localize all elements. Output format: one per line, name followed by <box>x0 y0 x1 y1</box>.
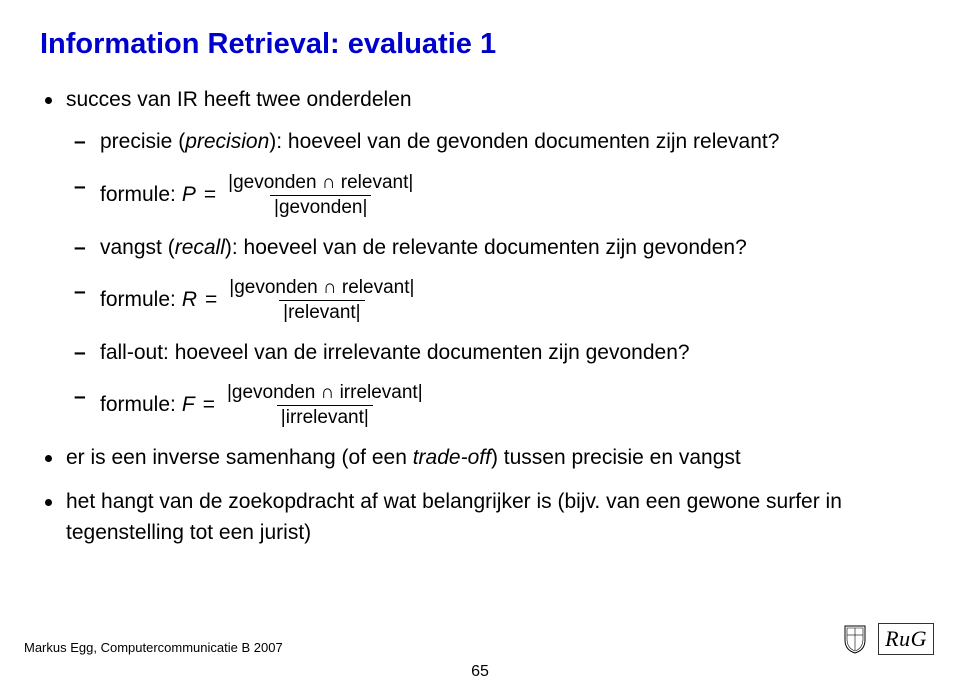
dash-icon: – <box>74 277 86 307</box>
sub-bullet-item: – formule: P = |gevonden ∩ relevant| |ge… <box>66 172 920 219</box>
sub-bullet-item: – fall-out: hoeveel van de irrelevante d… <box>66 338 920 368</box>
formula-lhs: F <box>182 390 195 420</box>
sub-bullet-item: – precisie (precision): hoeveel van de g… <box>66 127 920 157</box>
dash-icon: – <box>74 233 86 263</box>
bullet-text-prefix: er is een inverse samenhang (of een <box>66 446 413 469</box>
sub-text-suffix: ): hoeveel van de relevante documenten z… <box>225 236 747 259</box>
formula-label: formule: <box>100 390 176 420</box>
fraction-denominator: |gevonden| <box>270 195 371 219</box>
sub-bullet-list: – precisie (precision): hoeveel van de g… <box>66 127 920 428</box>
sub-bullet-item: – vangst (recall): hoeveel van de releva… <box>66 233 920 263</box>
bullet-item: het hangt van de zoekopdracht af wat bel… <box>40 487 920 548</box>
dash-icon: – <box>74 338 86 368</box>
slide: Information Retrieval: evaluatie 1 succe… <box>0 0 960 689</box>
sub-text: fall-out: hoeveel van de irrelevante doc… <box>100 341 690 364</box>
formula-lhs: R <box>182 285 197 315</box>
slide-title: Information Retrieval: evaluatie 1 <box>40 28 920 61</box>
page-number: 65 <box>0 663 960 681</box>
sub-bullet-item: – formule: F = |gevonden ∩ irrelevant| |… <box>66 382 920 429</box>
formula-eq: = <box>203 285 219 315</box>
fraction-numerator: |gevonden ∩ irrelevant| <box>223 382 427 405</box>
fraction-numerator: |gevonden ∩ relevant| <box>224 172 417 195</box>
formula-precision: formule: P = |gevonden ∩ relevant| |gevo… <box>100 172 417 219</box>
formula-label: formule: <box>100 180 176 210</box>
bullet-item: succes van IR heeft twee onderdelen – pr… <box>40 85 920 429</box>
bullet-text: succes van IR heeft twee onderdelen <box>66 88 412 111</box>
bullet-list: succes van IR heeft twee onderdelen – pr… <box>40 85 920 548</box>
university-logo: RuG <box>842 623 934 659</box>
dash-icon: – <box>74 382 86 412</box>
formula-label: formule: <box>100 285 176 315</box>
fraction-numerator: |gevonden ∩ relevant| <box>225 277 418 300</box>
sub-bullet-item: – formule: R = |gevonden ∩ relevant| |re… <box>66 277 920 324</box>
sub-text-italic: recall <box>175 236 225 259</box>
bullet-text-italic: trade-off <box>413 446 491 469</box>
formula-lhs: P <box>182 180 196 210</box>
formula-fallout: formule: F = |gevonden ∩ irrelevant| |ir… <box>100 382 427 429</box>
bullet-text-suffix: ) tussen precisie en vangst <box>491 446 741 469</box>
formula-eq: = <box>201 390 217 420</box>
fraction: |gevonden ∩ irrelevant| |irrelevant| <box>223 382 427 429</box>
formula-eq: = <box>202 180 218 210</box>
sub-text-italic: precision <box>185 130 269 153</box>
footer-author: Markus Egg, Computercommunicatie B 2007 <box>24 640 283 655</box>
crest-icon <box>842 624 868 659</box>
dash-icon: – <box>74 127 86 157</box>
logo-text: RuG <box>878 623 934 655</box>
fraction-denominator: |irrelevant| <box>277 405 373 429</box>
fraction: |gevonden ∩ relevant| |gevonden| <box>224 172 417 219</box>
bullet-text: het hangt van de zoekopdracht af wat bel… <box>66 490 842 543</box>
dash-icon: – <box>74 172 86 202</box>
fraction-denominator: |relevant| <box>279 300 364 324</box>
formula-recall: formule: R = |gevonden ∩ relevant| |rele… <box>100 277 418 324</box>
bullet-item: er is een inverse samenhang (of een trad… <box>40 443 920 473</box>
sub-text-suffix: ): hoeveel van de gevonden documenten zi… <box>269 130 779 153</box>
fraction: |gevonden ∩ relevant| |relevant| <box>225 277 418 324</box>
sub-text-prefix: vangst ( <box>100 236 175 259</box>
sub-text-prefix: precisie ( <box>100 130 185 153</box>
